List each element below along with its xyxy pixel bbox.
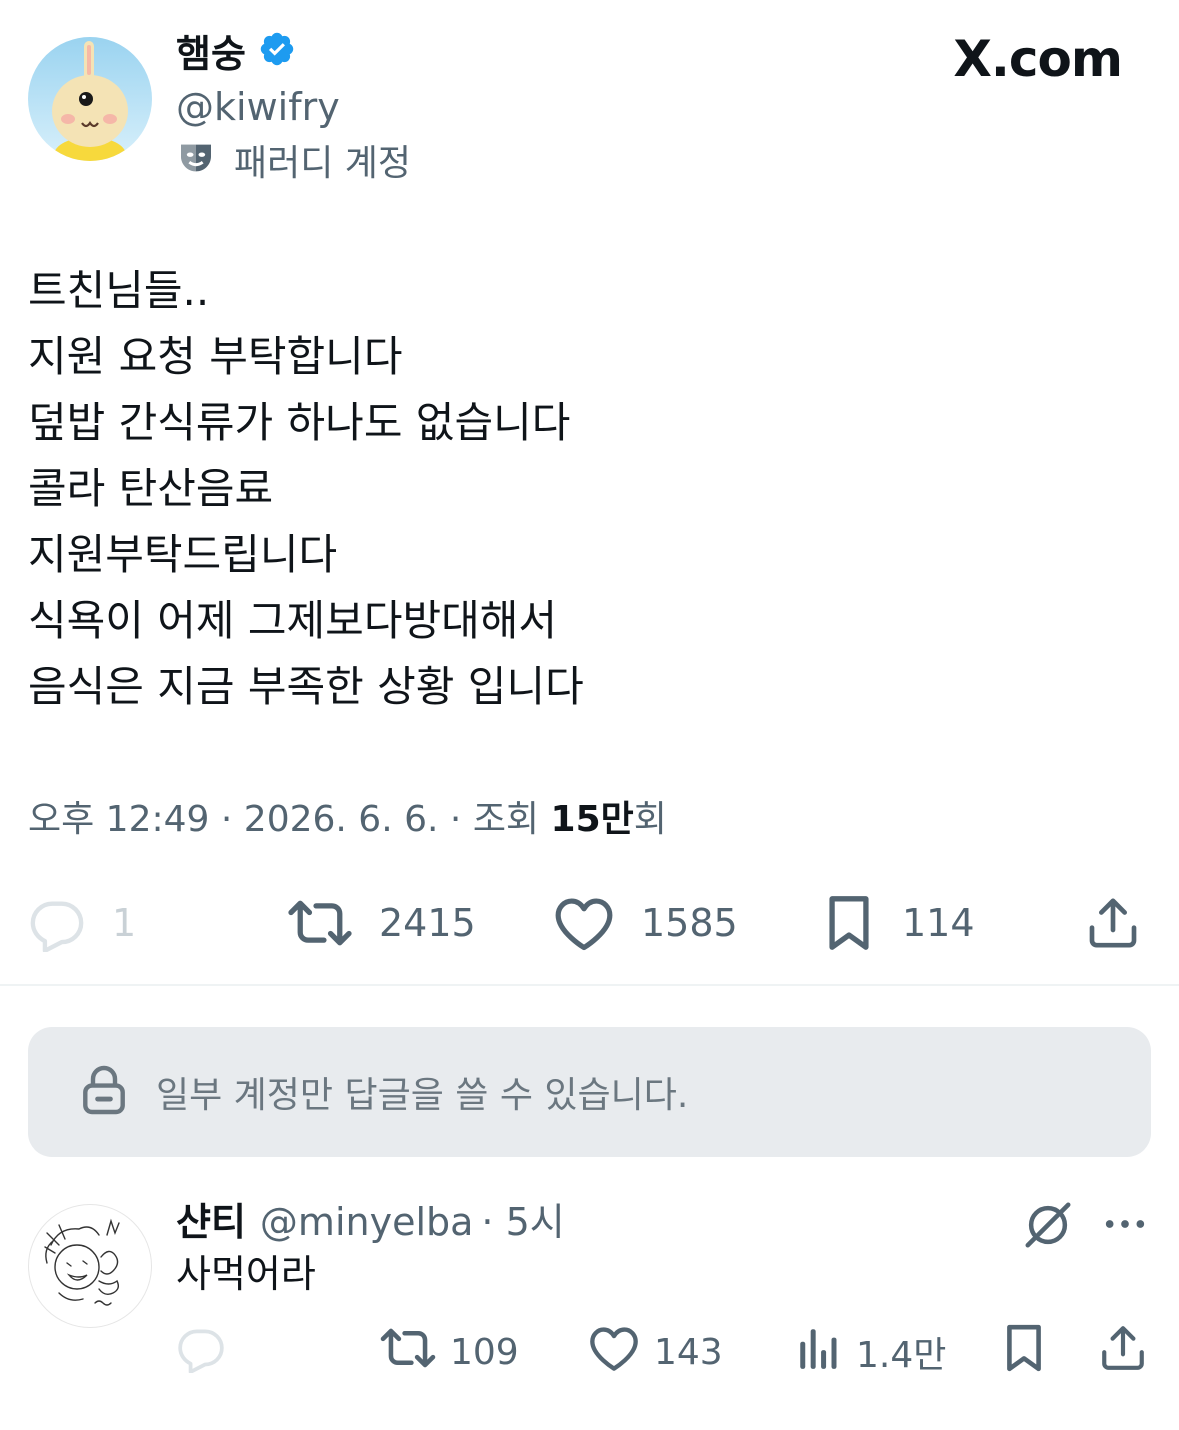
more-options-button[interactable]	[1102, 1210, 1148, 1242]
views-icon	[796, 1323, 842, 1382]
tweet-text: 트친님들.. 지원 요청 부탁합니다 덮밥 간식류가 하나도 없습니다 콜라 탄…	[28, 258, 1148, 720]
reply-restriction-notice: 일부 계정만 답글을 쓸 수 있습니다.	[28, 1027, 1151, 1157]
views-suffix: 회	[633, 799, 667, 840]
tweet-line: 지원 요청 부탁합니다	[28, 332, 403, 381]
like-icon	[553, 894, 615, 952]
like-count: 1585	[641, 901, 738, 945]
repost-icon	[287, 894, 353, 952]
tweet-line: 식욕이 어제 그제보다방대해서	[28, 596, 558, 645]
lock-icon	[82, 1063, 126, 1121]
reply-author-name[interactable]: 샨티	[176, 1200, 246, 1244]
author-handle[interactable]: @kiwifry	[176, 84, 340, 130]
parody-label-text: 패러디 계정	[234, 143, 412, 184]
brand-watermark: X.com	[953, 30, 1123, 88]
reply-author-avatar[interactable]	[28, 1204, 152, 1328]
tweet-line: 지원부탁드립니다	[28, 530, 338, 579]
tweet-date[interactable]: 2026. 6. 6.	[244, 799, 439, 840]
bookmark-icon	[822, 894, 876, 952]
repost-button[interactable]: 2415	[287, 890, 476, 956]
verified-badge-icon	[258, 30, 296, 78]
tweet-line: 덮밥 간식류가 하나도 없습니다	[28, 398, 571, 447]
tweet-line: 콜라 탄산음료	[28, 464, 274, 513]
reply-bookmark-button[interactable]	[1000, 1322, 1048, 1382]
more-icon	[1102, 1220, 1148, 1242]
views-count: 15만	[550, 799, 634, 840]
tweet-meta: 오후 12:49 · 2026. 6. 6. · 조회 15만회	[28, 796, 667, 844]
repost-count: 2415	[379, 901, 476, 945]
divider	[0, 984, 1179, 986]
meta-separator: ·	[220, 799, 233, 840]
repost-icon	[380, 1323, 436, 1382]
bookmark-count: 114	[902, 901, 975, 945]
reply-repost-button[interactable]: 109	[380, 1322, 519, 1382]
grok-icon	[1020, 1202, 1076, 1256]
tweet-time[interactable]: 오후 12:49	[28, 799, 209, 840]
grok-button[interactable]	[1020, 1198, 1076, 1256]
reply-icon	[176, 1323, 226, 1382]
tweet-line: 음식은 지금 부족한 상황 입니다	[28, 662, 584, 711]
bookmark-button[interactable]: 114	[822, 890, 975, 956]
parody-mask-icon	[176, 138, 216, 190]
reply-header: 샨티 @minyelba · 5시	[176, 1198, 565, 1246]
views-label: 조회	[472, 799, 540, 840]
author-avatar[interactable]	[28, 37, 152, 161]
reply-time[interactable]: · 5시	[481, 1200, 564, 1244]
reply-text: 사먹어라	[176, 1252, 316, 1296]
meta-separator: ·	[449, 799, 462, 840]
reply-reply-button[interactable]	[176, 1322, 226, 1382]
reply-repost-count: 109	[450, 1331, 519, 1373]
reply-views-button[interactable]: 1.4만	[796, 1322, 946, 1382]
like-button[interactable]: 1585	[553, 890, 738, 956]
reply-icon	[28, 894, 86, 952]
restriction-text: 일부 계정만 답글을 쓸 수 있습니다.	[156, 1075, 689, 1116]
reply-views-count: 1.4만	[856, 1335, 947, 1376]
reply-share-button[interactable]	[1098, 1322, 1148, 1382]
reply-button[interactable]: 1	[28, 890, 136, 956]
share-button[interactable]	[1085, 890, 1141, 956]
reply-author-handle[interactable]: @minyelba	[260, 1200, 474, 1244]
tweet-line: 트친님들..	[28, 266, 210, 315]
reply-count: 1	[112, 901, 137, 945]
parody-account-label: 패러디 계정	[176, 138, 411, 190]
share-icon	[1098, 1323, 1148, 1382]
author-display-name-row: 햄숭	[176, 30, 296, 78]
reply-like-count: 143	[654, 1331, 723, 1373]
author-display-name[interactable]: 햄숭	[176, 31, 246, 77]
bookmark-icon	[1000, 1323, 1048, 1382]
share-icon	[1085, 894, 1141, 952]
reply-like-button[interactable]: 143	[588, 1322, 723, 1382]
like-icon	[588, 1323, 640, 1382]
